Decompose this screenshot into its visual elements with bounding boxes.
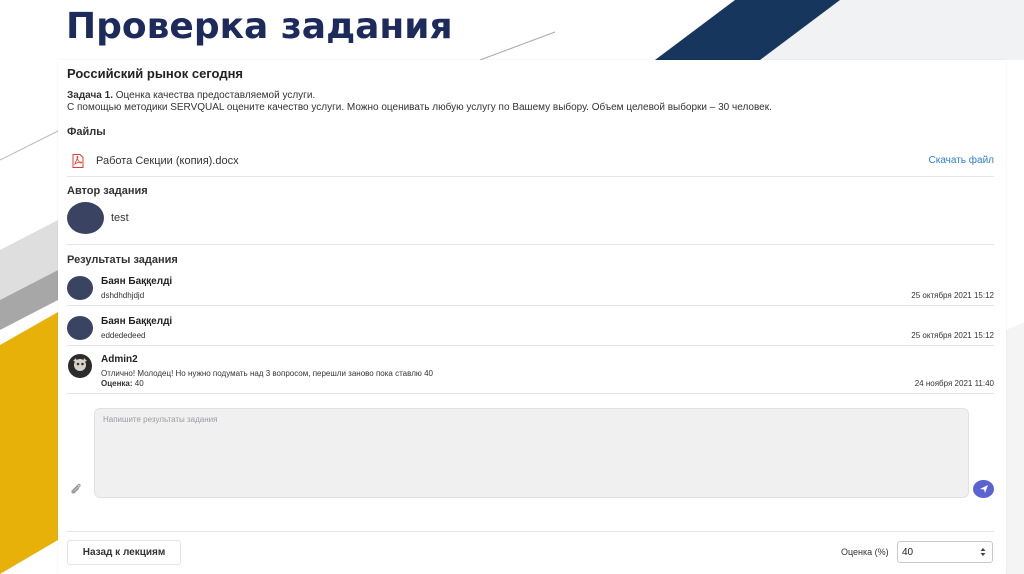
- task-label: Задача 1.: [67, 90, 113, 101]
- file-row: Работа Секции (копия).docx Скачать файл: [67, 150, 994, 177]
- author-avatar: [67, 202, 104, 234]
- result-grade: Оценка: 40: [101, 379, 144, 388]
- pdf-icon: [72, 154, 84, 168]
- result-avatar: [67, 276, 93, 300]
- download-file-link[interactable]: Скачать файл: [929, 155, 995, 166]
- result-grade-label: Оценка:: [101, 379, 133, 388]
- result-avatar: [67, 316, 93, 340]
- grade-input-wrapper: [897, 541, 993, 563]
- task-description: С помощью методики SERVQUAL оцените каче…: [67, 102, 772, 113]
- assignment-review-panel: Российский рынок сегодня Задача 1. Оценк…: [58, 60, 1006, 574]
- result-date: 25 октября 2021 15:12: [911, 331, 994, 340]
- files-label: Файлы: [67, 126, 106, 138]
- grade-label: Оценка (%): [841, 547, 889, 557]
- results-label: Результаты задания: [67, 254, 178, 266]
- result-author-name: Баян Баққелді: [101, 276, 173, 287]
- divider: [67, 244, 994, 245]
- send-icon: [979, 485, 988, 493]
- task-heading: Задача 1. Оценка качества предоставляемо…: [67, 90, 315, 101]
- result-author-name: Баян Баққелді: [101, 316, 173, 327]
- footer-divider: [67, 531, 994, 532]
- comment-box: [94, 408, 969, 498]
- divider: [67, 305, 994, 306]
- comment-textarea[interactable]: [95, 409, 968, 497]
- back-to-lectures-button[interactable]: Назад к лекциям: [67, 540, 181, 565]
- author-name: test: [111, 212, 129, 224]
- admin-avatar: [68, 354, 92, 378]
- result-author-name: Admin2: [101, 354, 138, 365]
- result-text: Отлично! Молодец! Но нужно подумать над …: [101, 369, 433, 378]
- stepper-icon[interactable]: [980, 546, 986, 558]
- task-title: Оценка качества предоставляемой услуги.: [112, 90, 316, 101]
- course-title: Российский рынок сегодня: [67, 66, 244, 81]
- send-button[interactable]: [973, 480, 994, 498]
- divider: [67, 393, 994, 394]
- result-text: eddededeed: [101, 331, 146, 340]
- author-label: Автор задания: [67, 185, 148, 197]
- divider: [67, 345, 994, 346]
- result-text: dshdhdhjdjd: [101, 291, 145, 300]
- grade-input[interactable]: [902, 545, 972, 559]
- slide-title: Проверка задания: [66, 6, 453, 47]
- result-date: 25 октября 2021 15:12: [911, 291, 994, 300]
- result-date: 24 ноября 2021 11:40: [914, 379, 994, 388]
- result-grade-value: 40: [132, 379, 144, 388]
- file-name[interactable]: Работа Секции (копия).docx: [96, 155, 239, 167]
- paperclip-icon[interactable]: [69, 482, 83, 496]
